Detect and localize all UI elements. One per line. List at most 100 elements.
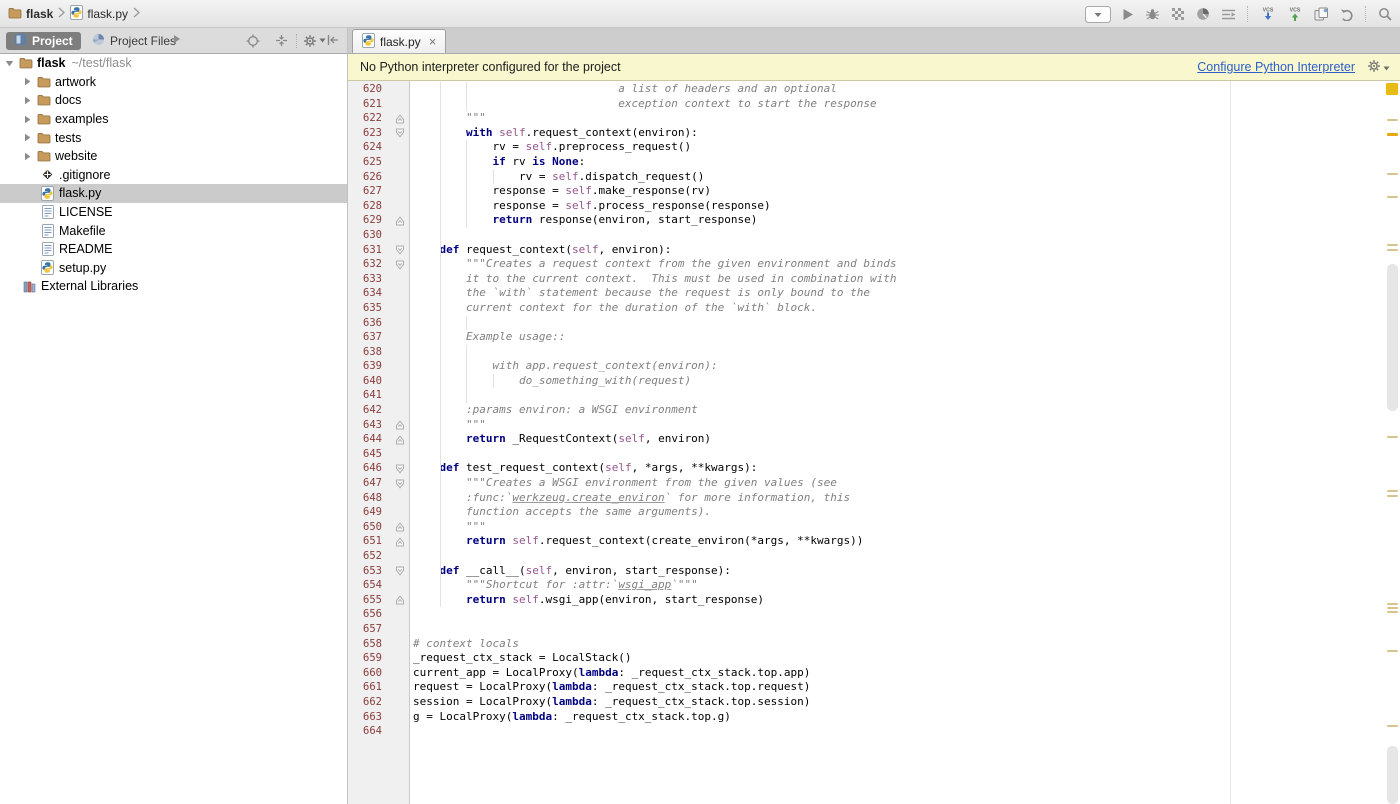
code-line-637[interactable]: 637 Example usage::	[348, 330, 1384, 345]
tree-collapsed-arrow-icon[interactable]	[22, 77, 32, 86]
debug-icon[interactable]	[1145, 8, 1160, 21]
code-line-659[interactable]: 659_request_ctx_stack = LocalStack()	[348, 651, 1384, 666]
code-editor[interactable]: No Python interpreter configured for the…	[348, 54, 1400, 804]
fold-marker-icon[interactable]	[382, 111, 410, 126]
tree-item-flask[interactable]: flask~/test/flask	[0, 54, 347, 73]
tree-expanded-arrow-icon[interactable]	[4, 59, 14, 68]
fold-marker-icon[interactable]	[382, 257, 410, 272]
code-line-650[interactable]: 650 """	[348, 520, 1384, 535]
tree-item-website[interactable]: website	[0, 147, 347, 166]
code-line-626[interactable]: 626 rv = self.dispatch_request()	[348, 170, 1384, 185]
fold-marker-icon[interactable]	[382, 564, 410, 579]
code-line-631[interactable]: 631 def request_context(self, environ):	[348, 243, 1384, 258]
tree-collapsed-arrow-icon[interactable]	[22, 152, 32, 161]
code-line-620[interactable]: 620 a list of headers and an optional	[348, 82, 1384, 97]
stripe-warning-mark[interactable]	[1387, 490, 1398, 492]
code-line-644[interactable]: 644 return _RequestContext(self, environ…	[348, 432, 1384, 447]
search-icon[interactable]	[1378, 7, 1392, 21]
coverage-icon[interactable]	[1171, 7, 1185, 21]
code-line-642[interactable]: 642 :params environ: a WSGI environment	[348, 403, 1384, 418]
code-line-627[interactable]: 627 response = self.make_response(rv)	[348, 184, 1384, 199]
tab-project-files[interactable]: Project Files	[92, 32, 176, 50]
stripe-warning-mark[interactable]	[1387, 650, 1398, 652]
code-line-632[interactable]: 632 """Creates a request context from th…	[348, 257, 1384, 272]
tree-collapsed-arrow-icon[interactable]	[22, 96, 32, 105]
diff-icon[interactable]	[1314, 7, 1329, 21]
stripe-warning-mark[interactable]	[1387, 607, 1398, 609]
fold-marker-icon[interactable]	[382, 476, 410, 491]
code-line-651[interactable]: 651 return self.request_context(create_e…	[348, 534, 1384, 549]
stripe-warning-mark[interactable]	[1387, 119, 1398, 121]
stripe-warning-mark[interactable]	[1387, 133, 1398, 136]
code-line-628[interactable]: 628 response = self.process_response(res…	[348, 199, 1384, 214]
vcs-update-icon[interactable]: VCS	[1260, 6, 1276, 22]
fold-marker-icon[interactable]	[382, 213, 410, 228]
collapse-all-icon[interactable]	[275, 34, 288, 47]
code-line-646[interactable]: 646 def test_request_context(self, *args…	[348, 461, 1384, 476]
fold-marker-icon[interactable]	[382, 520, 410, 535]
stripe-status-square[interactable]	[1386, 83, 1398, 95]
vcs-commit-icon[interactable]: VCS	[1287, 6, 1303, 22]
code-line-633[interactable]: 633 it to the current context. This must…	[348, 272, 1384, 287]
stripe-warning-mark[interactable]	[1387, 196, 1398, 198]
breadcrumb-item-flask[interactable]: flask	[8, 7, 53, 22]
code-line-638[interactable]: 638	[348, 345, 1384, 360]
code-line-640[interactable]: 640 do_something_with(request)	[348, 374, 1384, 389]
code-line-655[interactable]: 655 return self.wsgi_app(environ, start_…	[348, 593, 1384, 608]
configure-interpreter-link[interactable]: Configure Python Interpreter	[1197, 60, 1355, 74]
tab-project[interactable]: Project	[6, 32, 81, 50]
code-line-656[interactable]: 656	[348, 607, 1384, 622]
code-line-660[interactable]: 660current_app = LocalProxy(lambda: _req…	[348, 666, 1384, 681]
hide-panel-icon[interactable]	[327, 34, 339, 46]
code-line-643[interactable]: 643 """	[348, 418, 1384, 433]
code-line-621[interactable]: 621 exception context to start the respo…	[348, 97, 1384, 112]
stripe-warning-mark[interactable]	[1387, 173, 1398, 175]
tree-item-flask-py[interactable]: flask.py	[0, 184, 347, 203]
code-line-625[interactable]: 625 if rv is None:	[348, 155, 1384, 170]
stripe-warning-mark[interactable]	[1387, 495, 1398, 497]
code-line-658[interactable]: 658# context locals	[348, 637, 1384, 652]
tree-item-external-libraries[interactable]: External Libraries	[0, 277, 347, 296]
stripe-warning-mark[interactable]	[1387, 611, 1398, 613]
code-line-635[interactable]: 635 current context for the duration of …	[348, 301, 1384, 316]
scrollbar-thumb[interactable]	[1387, 264, 1398, 411]
code-line-636[interactable]: 636	[348, 316, 1384, 331]
tree-item-makefile[interactable]: Makefile	[0, 221, 347, 240]
tree-item--gitignore[interactable]: .gitignore	[0, 166, 347, 185]
fold-marker-icon[interactable]	[382, 593, 410, 608]
fold-marker-icon[interactable]	[382, 243, 410, 258]
banner-settings-button[interactable]	[1367, 59, 1390, 76]
stripe-warning-mark[interactable]	[1387, 603, 1398, 605]
code-line-624[interactable]: 624 rv = self.preprocess_request()	[348, 140, 1384, 155]
fold-marker-icon[interactable]	[382, 432, 410, 447]
breadcrumb-item-flask-py[interactable]: flask.py	[70, 5, 128, 23]
tree-item-setup-py[interactable]: setup.py	[0, 259, 347, 278]
code-line-629[interactable]: 629 return response(environ, start_respo…	[348, 213, 1384, 228]
code-line-653[interactable]: 653 def __call__(self, environ, start_re…	[348, 564, 1384, 579]
code-line-652[interactable]: 652	[348, 549, 1384, 564]
code-line-661[interactable]: 661request = LocalProxy(lambda: _request…	[348, 680, 1384, 695]
stripe-warning-mark[interactable]	[1387, 725, 1398, 727]
code-line-622[interactable]: 622 """	[348, 111, 1384, 126]
code-line-623[interactable]: 623 with self.request_context(environ):	[348, 126, 1384, 141]
code-line-662[interactable]: 662session = LocalProxy(lambda: _request…	[348, 695, 1384, 710]
code-line-648[interactable]: 648 :func:`werkzeug.create_environ` for …	[348, 491, 1384, 506]
run-icon[interactable]	[1122, 8, 1134, 21]
tree-item-artwork[interactable]: artwork	[0, 73, 347, 92]
code-line-649[interactable]: 649 function accepts the same arguments)…	[348, 505, 1384, 520]
code-line-634[interactable]: 634 the `with` statement because the req…	[348, 286, 1384, 301]
profiler-icon[interactable]	[1196, 7, 1210, 21]
stripe-warning-mark[interactable]	[1387, 436, 1398, 438]
tree-item-docs[interactable]: docs	[0, 91, 347, 110]
tree-item-examples[interactable]: examples	[0, 110, 347, 129]
scrollbar-thumb[interactable]	[1387, 746, 1398, 804]
code-line-647[interactable]: 647 """Creates a WSGI environment from t…	[348, 476, 1384, 491]
close-tab-icon[interactable]: ×	[429, 34, 437, 49]
fold-marker-icon[interactable]	[382, 534, 410, 549]
tree-collapsed-arrow-icon[interactable]	[22, 133, 32, 142]
code-line-664[interactable]: 664	[348, 724, 1384, 739]
coverage-data-icon[interactable]	[1221, 8, 1236, 21]
tree-item-readme[interactable]: README	[0, 240, 347, 259]
stripe-warning-mark[interactable]	[1387, 244, 1398, 246]
code-line-639[interactable]: 639 with app.request_context(environ):	[348, 359, 1384, 374]
